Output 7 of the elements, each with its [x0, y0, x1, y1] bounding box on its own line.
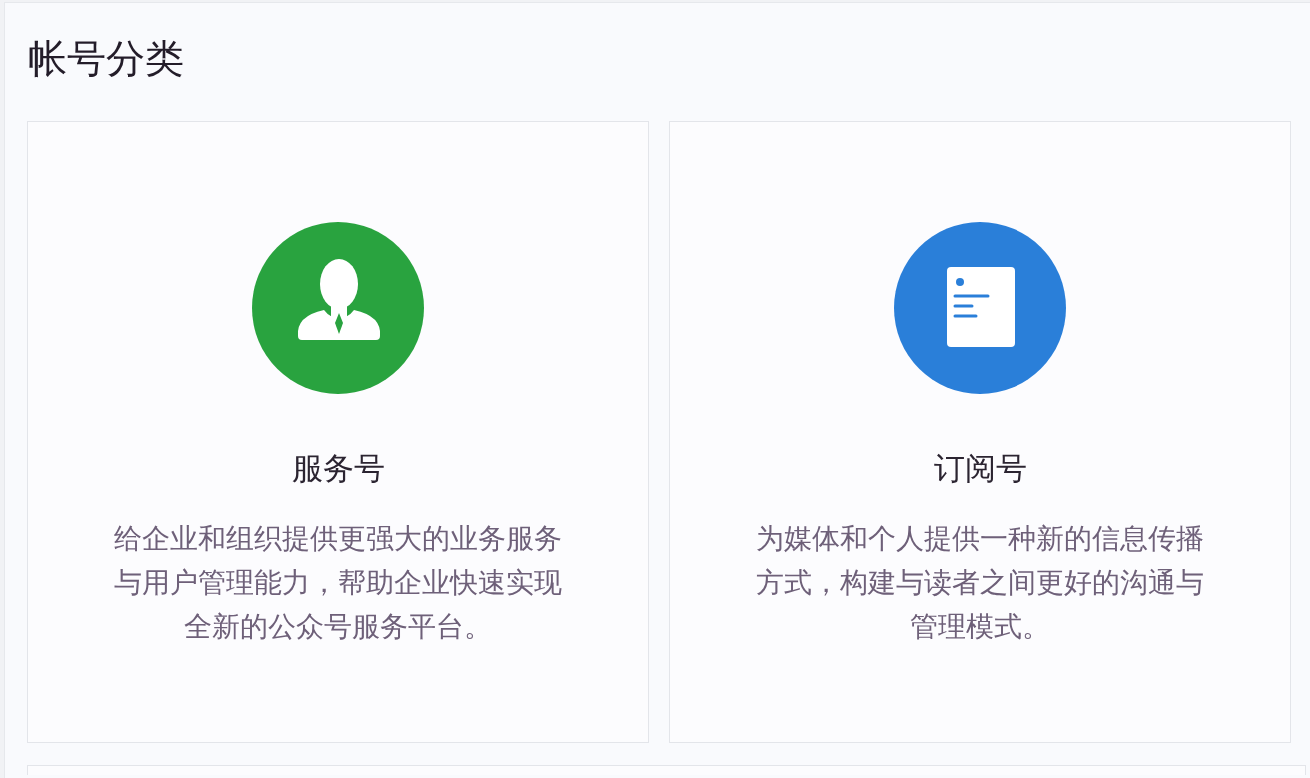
- account-type-card[interactable]: 订阅号 为媒体和个人提供一种新的信息传播方式，构建与读者之间更好的沟通与管理模式。: [669, 121, 1291, 743]
- section-title: 帐号分类: [28, 35, 184, 83]
- card-description: 给企业和组织提供更强大的业务服务与用户管理能力，帮助企业快速实现全新的公众号服务平台。: [113, 521, 563, 644]
- card-title: 订阅号: [933, 449, 1027, 488]
- account-type-card[interactable]: 服务号 给企业和组织提供更强大的业务服务与用户管理能力，帮助企业快速实现全新的公众号服务平台。: [27, 121, 649, 743]
- card-description: 为媒体和个人提供一种新的信息传播方式，构建与读者之间更好的沟通与管理模式。: [755, 521, 1205, 644]
- card-title: 服务号: [291, 449, 385, 488]
